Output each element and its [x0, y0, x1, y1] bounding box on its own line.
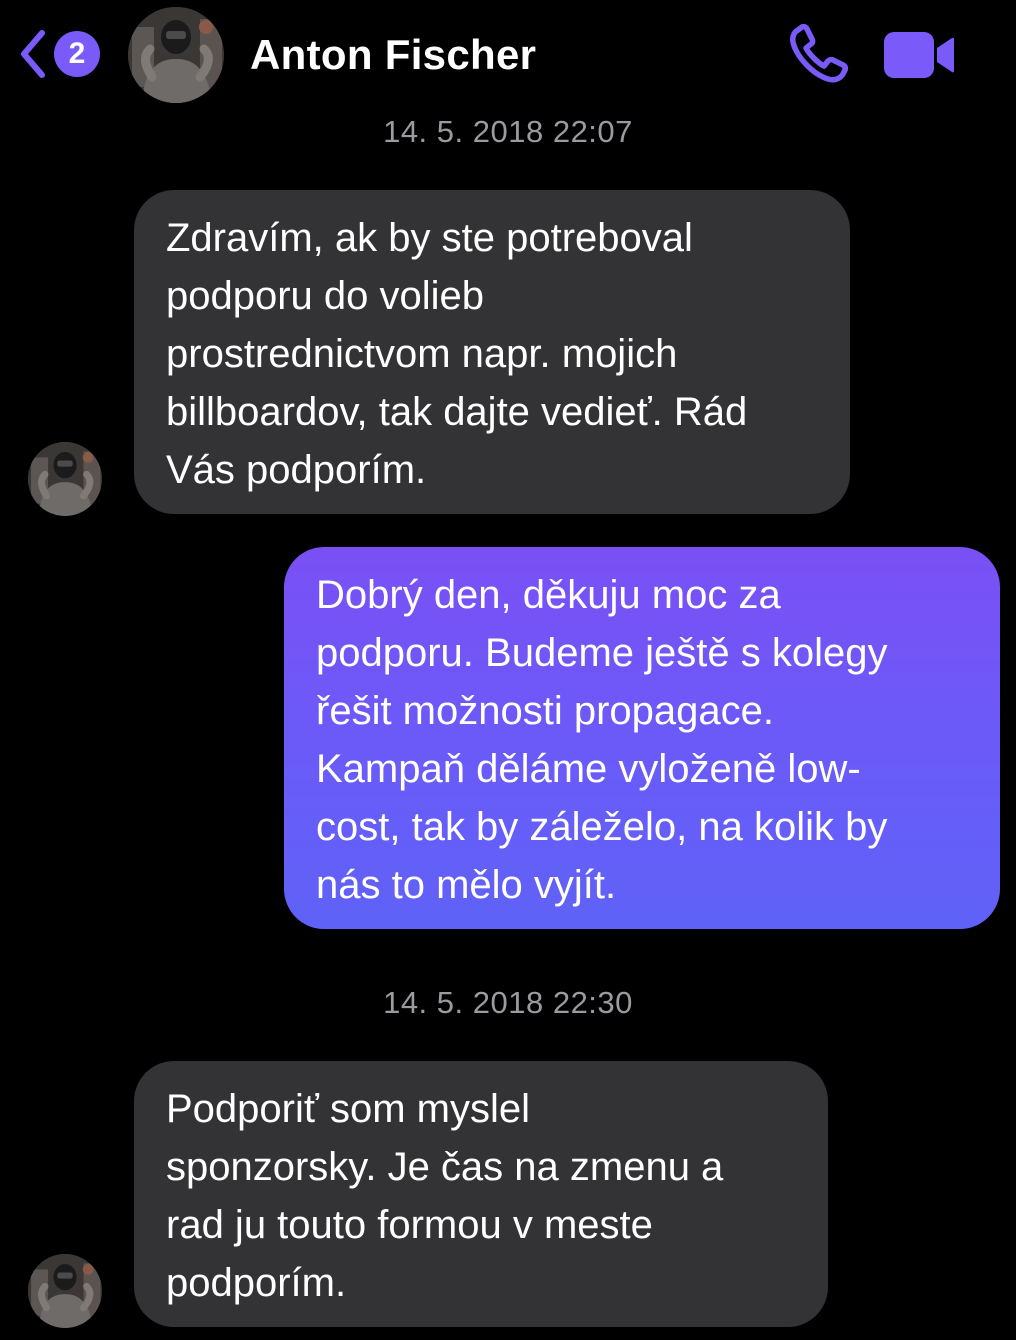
video-camera-icon[interactable] [882, 30, 956, 80]
incoming-message-bubble[interactable]: Podporiť som myslel sponzorsky. Je čas n… [134, 1061, 828, 1327]
conversation-header: 2 Anton Fischer [0, 0, 1016, 110]
incoming-message-bubble[interactable]: Zdravím, ak by ste potreboval podporu do… [134, 190, 850, 514]
contact-avatar[interactable] [128, 7, 224, 103]
sender-avatar[interactable] [28, 442, 102, 516]
avatar-photo-icon [28, 1254, 102, 1328]
message-timestamp: 14. 5. 2018 22:07 [383, 114, 633, 149]
avatar-photo-icon [128, 7, 224, 103]
contact-name[interactable]: Anton Fischer [250, 28, 536, 82]
avatar-photo-icon [28, 442, 102, 516]
sender-avatar[interactable] [28, 1254, 102, 1328]
outgoing-message-bubble[interactable]: Dobrý den, děkuju moc za podporu. Budeme… [284, 547, 1000, 929]
phone-icon[interactable] [788, 24, 852, 84]
unread-count-badge: 2 [54, 31, 100, 77]
message-timestamp: 14. 5. 2018 22:30 [383, 985, 633, 1020]
back-button[interactable]: 2 [16, 26, 100, 82]
chevron-left-icon [21, 30, 45, 78]
